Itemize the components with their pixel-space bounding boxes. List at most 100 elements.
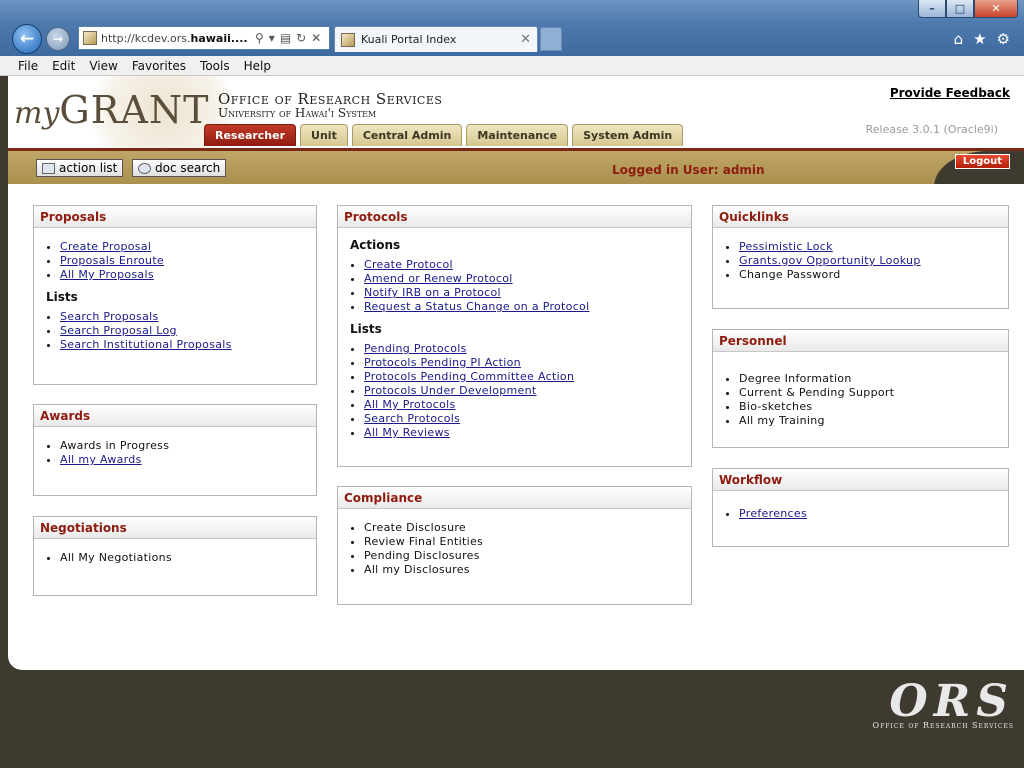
logout-button[interactable]: Logout — [954, 154, 1010, 169]
amend-renew-protocol-link[interactable]: Amend or Renew Protocol — [364, 272, 513, 285]
search-protocols-link[interactable]: Search Protocols — [364, 412, 460, 425]
notify-irb-link[interactable]: Notify IRB on a Protocol — [364, 286, 501, 299]
tab-central-admin[interactable]: Central Admin — [351, 124, 463, 146]
all-my-proposals-link[interactable]: All My Proposals — [60, 268, 154, 281]
list-item: Search Protocols — [364, 412, 681, 426]
proposals-portlet: Proposals Create Proposal Proposals Enro… — [33, 205, 317, 385]
list-item: Search Proposal Log — [60, 324, 306, 338]
list-item: All my Disclosures — [364, 563, 681, 577]
org-title-line2: University of Hawai'i System — [218, 106, 377, 120]
list-item: All my Awards — [60, 453, 306, 467]
compat-view-icon[interactable]: ▤ — [280, 31, 291, 45]
list-item: Change Password — [739, 268, 998, 282]
search-proposals-link[interactable]: Search Proposals — [60, 310, 159, 323]
create-proposal-link[interactable]: Create Proposal — [60, 240, 151, 253]
search-proposal-log-link[interactable]: Search Proposal Log — [60, 324, 177, 337]
list-item: Create Proposal — [60, 240, 306, 254]
pessimistic-lock-link[interactable]: Pessimistic Lock — [739, 240, 833, 253]
browser-titlebar: – □ ✕ ← → http://kcdev.ors.hawaii.... ⚲ … — [0, 0, 1024, 56]
search-institutional-proposals-link[interactable]: Search Institutional Proposals — [60, 338, 232, 351]
back-arrow-icon[interactable]: ← — [12, 24, 42, 54]
menu-edit[interactable]: Edit — [52, 59, 75, 73]
maximize-icon[interactable]: □ — [946, 0, 974, 18]
menu-view[interactable]: View — [89, 59, 117, 73]
list-item: Pending Disclosures — [364, 549, 681, 563]
list-item: Pessimistic Lock — [739, 240, 998, 254]
list-item: Create Protocol — [364, 258, 681, 272]
list-item: Review Final Entities — [364, 535, 681, 549]
tab-favicon-icon — [341, 32, 355, 47]
list-item: All My Negotiations — [60, 551, 306, 565]
pending-protocols-link[interactable]: Pending Protocols — [364, 342, 467, 355]
tab-close-icon[interactable]: ✕ — [520, 32, 531, 47]
list-item: Bio-sketches — [739, 400, 998, 414]
favorites-star-icon[interactable]: ★ — [973, 30, 986, 48]
list-item: Create Disclosure — [364, 521, 681, 535]
tools-gear-icon[interactable]: ⚙ — [997, 30, 1010, 48]
home-icon[interactable]: ⌂ — [954, 30, 964, 48]
grants-gov-lookup-link[interactable]: Grants.gov Opportunity Lookup — [739, 254, 921, 267]
list-item: Current & Pending Support — [739, 386, 998, 400]
stop-icon[interactable]: ✕ — [311, 31, 321, 45]
awards-title: Awards — [34, 405, 316, 427]
awards-portlet: Awards Awards in Progress All my Awards — [33, 404, 317, 496]
portal-toolbar: action list doc search Logged in User: a… — [8, 148, 1024, 187]
minimize-icon[interactable]: – — [918, 0, 946, 18]
tab-system-admin[interactable]: System Admin — [572, 124, 684, 146]
portal-tabs: Researcher Unit Central Admin Maintenanc… — [204, 124, 684, 146]
page: myGRANT Office of Research Services Univ… — [8, 76, 1024, 768]
action-list-button[interactable]: action list — [36, 159, 124, 177]
tab-title: Kuali Portal Index — [361, 33, 457, 46]
list-item: Search Institutional Proposals — [60, 338, 306, 352]
doc-search-button[interactable]: doc search — [132, 159, 227, 177]
mygrant-logo: myGRANT — [14, 88, 210, 132]
preferences-link[interactable]: Preferences — [739, 507, 807, 520]
tab-researcher[interactable]: Researcher — [204, 124, 297, 146]
search-icon[interactable]: ⚲ — [255, 31, 264, 45]
protocols-pending-committee-link[interactable]: Protocols Pending Committee Action — [364, 370, 574, 383]
dropdown-arrow-icon[interactable]: ▾ — [269, 31, 275, 45]
forward-arrow-icon[interactable]: → — [46, 27, 70, 51]
provide-feedback-link[interactable]: Provide Feedback — [890, 86, 1010, 100]
negotiations-title: Negotiations — [34, 517, 316, 539]
quicklinks-title: Quicklinks — [713, 206, 1008, 228]
protocols-pending-pi-link[interactable]: Protocols Pending PI Action — [364, 356, 521, 369]
tab-unit[interactable]: Unit — [300, 124, 348, 146]
list-item: Preferences — [739, 507, 998, 521]
browser-tab[interactable]: Kuali Portal Index ✕ — [334, 26, 538, 52]
close-window-icon[interactable]: ✕ — [974, 0, 1018, 18]
list-item: Amend or Renew Protocol — [364, 272, 681, 286]
refresh-icon[interactable]: ↻ — [296, 31, 306, 45]
personnel-portlet: Personnel Degree Information Current & P… — [712, 329, 1009, 448]
menu-favorites[interactable]: Favorites — [132, 59, 186, 73]
protocols-under-development-link[interactable]: Protocols Under Development — [364, 384, 537, 397]
create-protocol-link[interactable]: Create Protocol — [364, 258, 453, 271]
quicklinks-portlet: Quicklinks Pessimistic Lock Grants.gov O… — [712, 205, 1009, 309]
new-tab-button[interactable] — [540, 27, 562, 51]
list-item: Request a Status Change on a Protocol — [364, 300, 681, 314]
address-bar[interactable]: http://kcdev.ors.hawaii.... ⚲ ▾ ▤ ↻ ✕ — [78, 26, 330, 50]
proposals-enroute-link[interactable]: Proposals Enroute — [60, 254, 164, 267]
release-version: Release 3.0.1 (Oracle9i) — [865, 123, 998, 136]
tab-maintenance[interactable]: Maintenance — [466, 124, 569, 146]
list-item: Notify IRB on a Protocol — [364, 286, 681, 300]
protocols-title: Protocols — [338, 206, 691, 228]
protocols-portlet: Protocols Actions Create Protocol Amend … — [337, 205, 692, 467]
request-status-change-link[interactable]: Request a Status Change on a Protocol — [364, 300, 589, 313]
all-my-protocols-link[interactable]: All My Protocols — [364, 398, 456, 411]
action-list-icon — [42, 162, 55, 174]
workflow-portlet: Workflow Preferences — [712, 468, 1009, 547]
list-item: Search Proposals — [60, 310, 306, 324]
list-item: All My Reviews — [364, 426, 681, 440]
address-url: http://kcdev.ors.hawaii.... — [101, 31, 248, 45]
negotiations-portlet: Negotiations All My Negotiations — [33, 516, 317, 596]
list-item: All my Training — [739, 414, 998, 428]
personnel-title: Personnel — [713, 330, 1008, 352]
menu-help[interactable]: Help — [244, 59, 271, 73]
org-title: Office of Research Services University o… — [218, 90, 442, 120]
menu-tools[interactable]: Tools — [200, 59, 230, 73]
menu-file[interactable]: File — [18, 59, 38, 73]
all-my-reviews-link[interactable]: All My Reviews — [364, 426, 450, 439]
protocols-lists-heading: Lists — [350, 322, 382, 336]
all-my-awards-link[interactable]: All my Awards — [60, 453, 142, 466]
